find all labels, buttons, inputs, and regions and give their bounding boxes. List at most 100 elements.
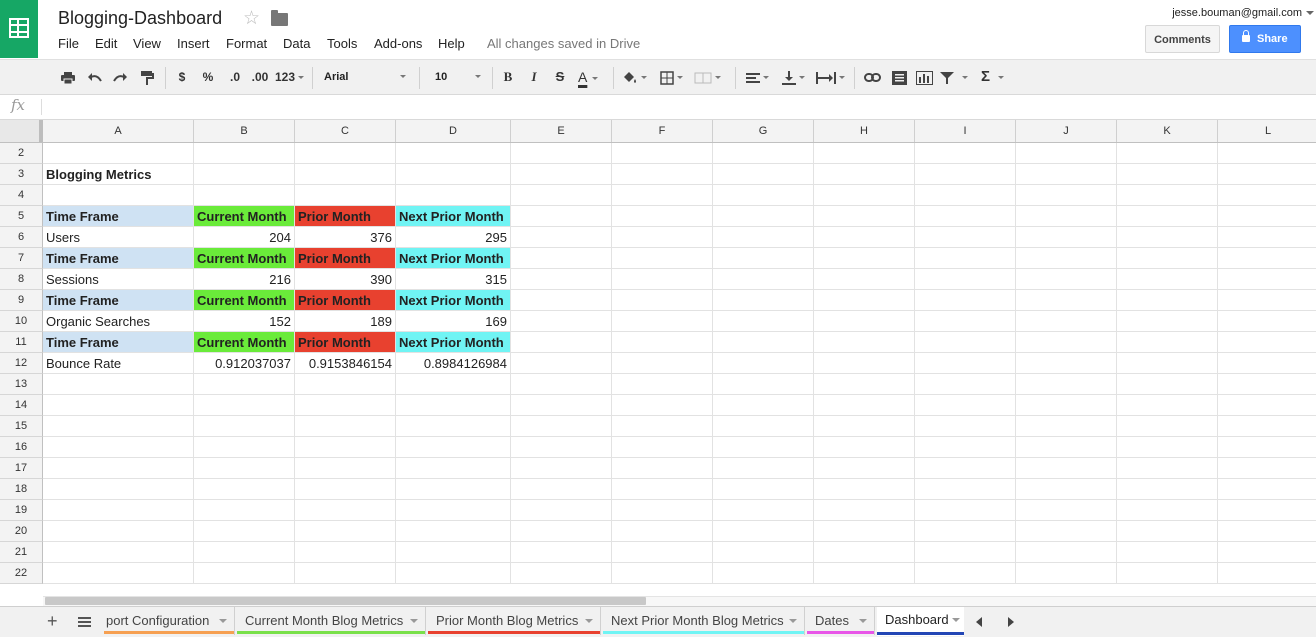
column-header-d[interactable]: D <box>396 120 511 142</box>
column-header-k[interactable]: K <box>1117 120 1218 142</box>
empty-cell[interactable] <box>713 164 814 185</box>
empty-cell[interactable] <box>612 332 713 353</box>
empty-cell[interactable] <box>1218 248 1316 269</box>
empty-cell[interactable] <box>713 353 814 374</box>
fill-color-button[interactable] <box>622 60 650 94</box>
header-cell-d[interactable]: Next Prior Month <box>396 206 511 227</box>
empty-cell[interactable] <box>194 500 295 521</box>
empty-cell[interactable] <box>1117 458 1218 479</box>
row-header[interactable]: 4 <box>0 185 43 206</box>
row-header[interactable]: 17 <box>0 458 43 479</box>
header-cell-a[interactable]: Time Frame <box>43 290 194 311</box>
empty-cell[interactable] <box>511 479 612 500</box>
empty-cell[interactable] <box>1016 206 1117 227</box>
column-header-j[interactable]: J <box>1016 120 1117 142</box>
menu-help[interactable]: Help <box>438 36 465 51</box>
empty-cell[interactable] <box>612 458 713 479</box>
empty-cell[interactable] <box>1117 353 1218 374</box>
currency-format-button[interactable]: $ <box>176 60 188 94</box>
column-header-a[interactable]: A <box>43 120 194 142</box>
empty-cell[interactable] <box>814 542 915 563</box>
row-header[interactable]: 10 <box>0 311 43 332</box>
column-header-l[interactable]: L <box>1218 120 1316 142</box>
empty-cell[interactable] <box>1218 311 1316 332</box>
empty-cell[interactable] <box>295 521 396 542</box>
empty-cell[interactable] <box>713 332 814 353</box>
empty-cell[interactable] <box>612 479 713 500</box>
empty-cell[interactable] <box>713 542 814 563</box>
empty-cell[interactable] <box>1016 437 1117 458</box>
empty-cell[interactable] <box>194 542 295 563</box>
save-status[interactable]: All changes saved in Drive <box>487 36 640 51</box>
sheet-tab-chevron-down-icon[interactable] <box>952 618 960 622</box>
empty-cell[interactable] <box>814 479 915 500</box>
empty-cell[interactable] <box>1016 521 1117 542</box>
empty-cell[interactable] <box>915 500 1016 521</box>
row-header[interactable]: 20 <box>0 521 43 542</box>
column-header-f[interactable]: F <box>612 120 713 142</box>
empty-cell[interactable] <box>612 185 713 206</box>
sheet-tab-chevron-down-icon[interactable] <box>585 619 593 623</box>
row-header[interactable]: 11 <box>0 332 43 353</box>
menu-file[interactable]: File <box>58 36 79 51</box>
empty-cell[interactable] <box>1117 269 1218 290</box>
empty-cell[interactable] <box>713 206 814 227</box>
empty-cell[interactable] <box>814 521 915 542</box>
header-cell-b[interactable]: Current Month <box>194 332 295 353</box>
menu-view[interactable]: View <box>133 36 161 51</box>
empty-cell[interactable] <box>612 248 713 269</box>
empty-cell[interactable] <box>612 563 713 584</box>
empty-cell[interactable] <box>295 143 396 164</box>
header-cell-c[interactable]: Prior Month <box>295 290 396 311</box>
empty-cell[interactable] <box>396 458 511 479</box>
italic-button[interactable]: I <box>528 60 540 94</box>
sheet-tab[interactable]: Prior Month Blog Metrics <box>428 607 601 635</box>
sheet-tab[interactable]: Dates <box>807 607 875 635</box>
empty-cell[interactable] <box>1218 227 1316 248</box>
empty-cell[interactable] <box>915 416 1016 437</box>
sheet-tab-chevron-down-icon[interactable] <box>789 619 797 623</box>
metric-current-cell[interactable]: 0.912037037 <box>194 353 295 374</box>
empty-cell[interactable] <box>511 206 612 227</box>
row-header[interactable]: 5 <box>0 206 43 227</box>
metric-prior-cell[interactable]: 0.9153846154 <box>295 353 396 374</box>
empty-cell[interactable] <box>43 500 194 521</box>
empty-cell[interactable] <box>1117 290 1218 311</box>
share-button[interactable]: Share <box>1229 25 1301 53</box>
empty-cell[interactable] <box>1016 395 1117 416</box>
empty-cell[interactable] <box>1218 437 1316 458</box>
empty-cell[interactable] <box>612 143 713 164</box>
empty-cell[interactable] <box>1117 185 1218 206</box>
empty-cell[interactable] <box>43 416 194 437</box>
empty-cell[interactable] <box>43 542 194 563</box>
empty-cell[interactable] <box>612 416 713 437</box>
metric-name-cell[interactable]: Sessions <box>43 269 194 290</box>
empty-cell[interactable] <box>915 185 1016 206</box>
empty-cell[interactable] <box>713 269 814 290</box>
empty-cell[interactable] <box>915 437 1016 458</box>
sheet-title-cell[interactable]: Blogging Metrics <box>43 164 194 185</box>
empty-cell[interactable] <box>1218 395 1316 416</box>
empty-cell[interactable] <box>1117 500 1218 521</box>
empty-cell[interactable] <box>295 563 396 584</box>
empty-cell[interactable] <box>1218 206 1316 227</box>
metric-prior-cell[interactable]: 189 <box>295 311 396 332</box>
font-size-dropdown[interactable]: 10 <box>435 60 483 94</box>
empty-cell[interactable] <box>1218 521 1316 542</box>
empty-cell[interactable] <box>511 458 612 479</box>
row-header[interactable]: 21 <box>0 542 43 563</box>
text-color-button[interactable]: A <box>576 60 604 94</box>
document-title[interactable]: Blogging-Dashboard <box>58 8 222 29</box>
empty-cell[interactable] <box>511 248 612 269</box>
metric-current-cell[interactable]: 216 <box>194 269 295 290</box>
empty-cell[interactable] <box>511 563 612 584</box>
empty-cell[interactable] <box>194 185 295 206</box>
empty-cell[interactable] <box>713 395 814 416</box>
empty-cell[interactable] <box>295 185 396 206</box>
empty-cell[interactable] <box>511 416 612 437</box>
row-header[interactable]: 22 <box>0 563 43 584</box>
empty-cell[interactable] <box>713 563 814 584</box>
empty-cell[interactable] <box>1016 290 1117 311</box>
row-header[interactable]: 14 <box>0 395 43 416</box>
empty-cell[interactable] <box>1016 311 1117 332</box>
